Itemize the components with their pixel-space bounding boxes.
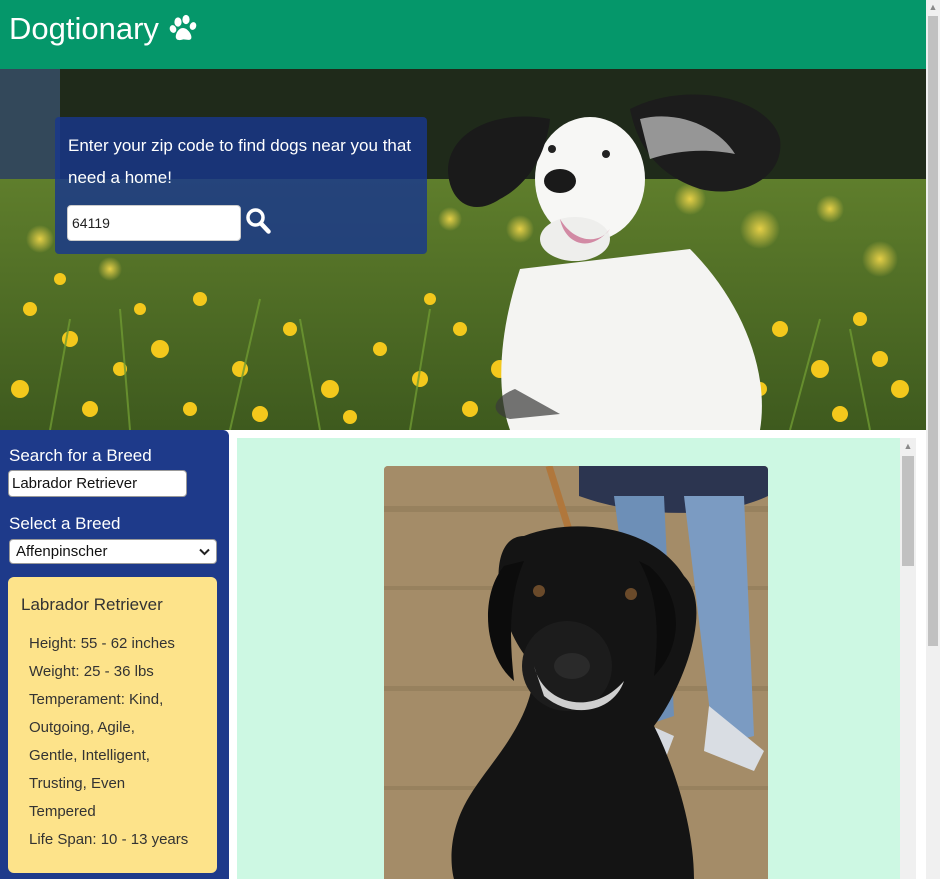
breed-weight: Weight: 25 - 36 lbs (29, 663, 154, 680)
main-content (229, 430, 926, 879)
breed-temperament-5: Tempered (29, 803, 96, 820)
results-scrollbar[interactable]: ▲ (900, 438, 916, 879)
breed-temperament-1: Temperament: Kind, (29, 691, 164, 708)
breed-height: Height: 55 - 62 inches (29, 635, 175, 652)
zip-input[interactable] (67, 205, 241, 241)
brand[interactable]: Dogtionary (9, 10, 201, 48)
dog-photo-image (384, 466, 768, 879)
chevron-down-icon (199, 548, 210, 555)
breed-search-label: Search for a Breed (9, 446, 152, 465)
app-header: Dogtionary (0, 0, 926, 69)
dog-photo[interactable] (384, 466, 768, 879)
app-title: Dogtionary (9, 11, 159, 46)
breed-select[interactable]: Affenpinscher (9, 539, 217, 564)
paw-icon (169, 14, 197, 41)
zip-search-card: Enter your zip code to find dogs near yo… (55, 117, 427, 254)
breed-details: Height: 55 - 62 inches Weight: 25 - 36 l… (29, 630, 209, 854)
breed-search-input[interactable] (8, 470, 187, 497)
breed-select-label: Select a Breed (9, 514, 121, 533)
breed-sidebar: Search for a Breed Select a Breed Affenp… (0, 430, 229, 879)
page-scrollbar[interactable]: ▲ (926, 0, 940, 879)
breed-temperament-4: Trusting, Even (29, 775, 126, 792)
results-scroll-thumb[interactable] (902, 456, 914, 566)
breed-info-card: Labrador Retriever Height: 55 - 62 inche… (8, 577, 217, 873)
breed-name: Labrador Retriever (21, 595, 163, 614)
zip-prompt: Enter your zip code to find dogs near yo… (68, 136, 412, 187)
page-scroll-up-arrow-icon[interactable]: ▲ (926, 0, 940, 14)
breed-temperament-3: Gentle, Intelligent, (29, 747, 150, 764)
scroll-up-arrow-icon[interactable]: ▲ (900, 438, 916, 454)
hero-banner: Enter your zip code to find dogs near yo… (0, 69, 926, 430)
breed-temperament-2: Outgoing, Agile, (29, 719, 135, 736)
search-icon[interactable] (245, 207, 271, 235)
dog-results-panel (237, 438, 900, 879)
breed-life-span: Life Span: 10 - 13 years (29, 831, 189, 848)
page-scroll-thumb[interactable] (928, 16, 938, 646)
breed-select-value: Affenpinscher (16, 543, 108, 560)
